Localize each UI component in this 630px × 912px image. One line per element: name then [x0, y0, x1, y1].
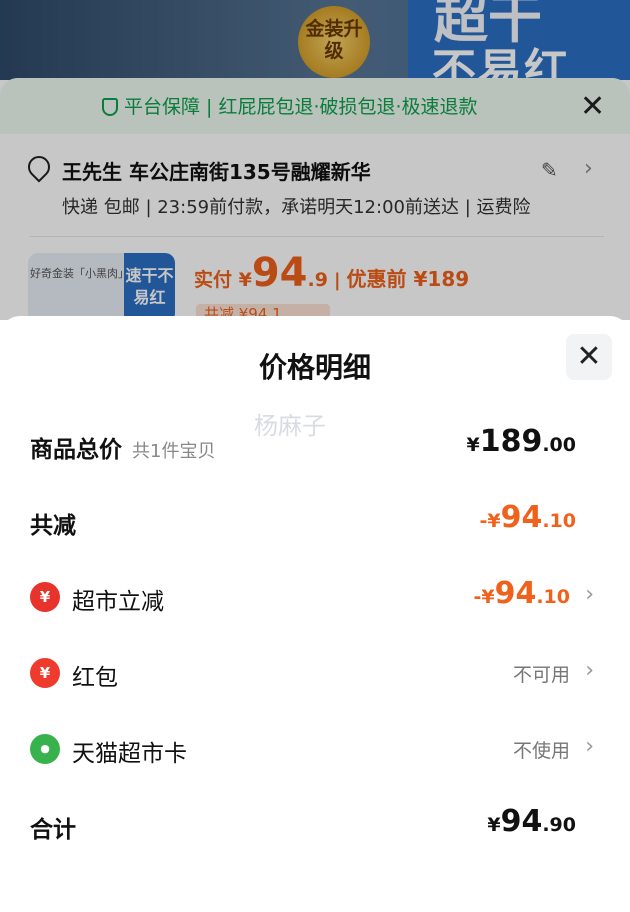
row-supermarket-discount[interactable]: ¥ 超市立减 -¥94.10 › [30, 572, 600, 622]
chevron-right-icon: › [585, 582, 594, 607]
row-total-discount: 共减 -¥94.10 [30, 496, 600, 546]
item-count-hint: 共1件宝贝 [132, 441, 216, 462]
red-packet-label: 红包 [72, 665, 118, 691]
price-detail-sheet: 价格明细 ✕ 杨麻子 商品总价 共1件宝贝 ¥189.00 共减 -¥94.10 … [0, 316, 630, 912]
yen-coupon-icon: ¥ [30, 582, 60, 612]
discount-value: -¥94.10 [479, 500, 576, 535]
market-discount-label: 超市立减 [72, 589, 164, 615]
grand-total-value: ¥94.90 [487, 804, 576, 839]
red-packet-status: 不可用 [512, 664, 570, 686]
row-red-packet[interactable]: ¥ 红包 不可用 › [30, 648, 600, 698]
row-grand-total: 合计 ¥94.90 [30, 800, 600, 850]
total-price-value: ¥189.00 [466, 424, 576, 459]
grand-total-label: 合计 [30, 817, 76, 843]
sheet-title: 价格明细 [258, 351, 371, 384]
chevron-right-icon: › [585, 734, 594, 759]
supermarket-card-icon: ● [30, 734, 60, 764]
row-total-price: 商品总价 共1件宝贝 ¥189.00 [30, 420, 600, 470]
close-icon[interactable]: ✕ [566, 334, 612, 380]
row-supermarket-card[interactable]: ● 天猫超市卡 不使用 › [30, 724, 600, 774]
red-packet-icon: ¥ [30, 658, 60, 688]
card-status: 不使用 [512, 740, 570, 762]
total-price-label: 商品总价 [30, 437, 122, 463]
discount-label: 共减 [30, 513, 76, 539]
chevron-right-icon: › [585, 658, 594, 683]
card-label: 天猫超市卡 [72, 741, 187, 767]
modal-overlay[interactable] [0, 0, 630, 320]
market-discount-value: -¥94.10 [473, 576, 570, 611]
